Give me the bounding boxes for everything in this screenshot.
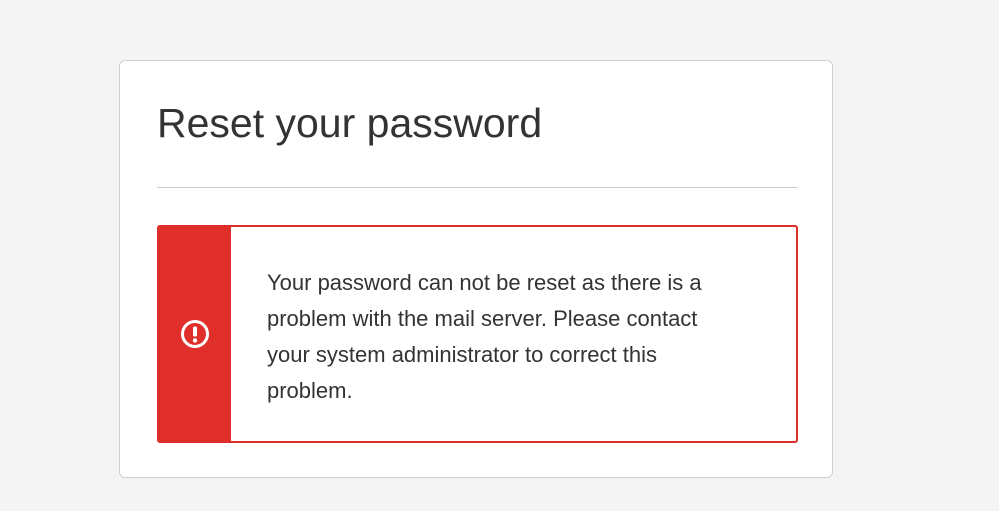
reset-password-card: Reset your password Your password can no… (119, 60, 833, 478)
alert-stripe (159, 227, 231, 441)
error-alert: Your password can not be reset as there … (157, 225, 798, 443)
exclamation-circle-icon (180, 319, 210, 349)
alert-body: Your password can not be reset as there … (231, 227, 796, 441)
alert-message: Your password can not be reset as there … (267, 270, 702, 403)
title-divider (157, 187, 798, 188)
page-title: Reset your password (157, 100, 543, 146)
